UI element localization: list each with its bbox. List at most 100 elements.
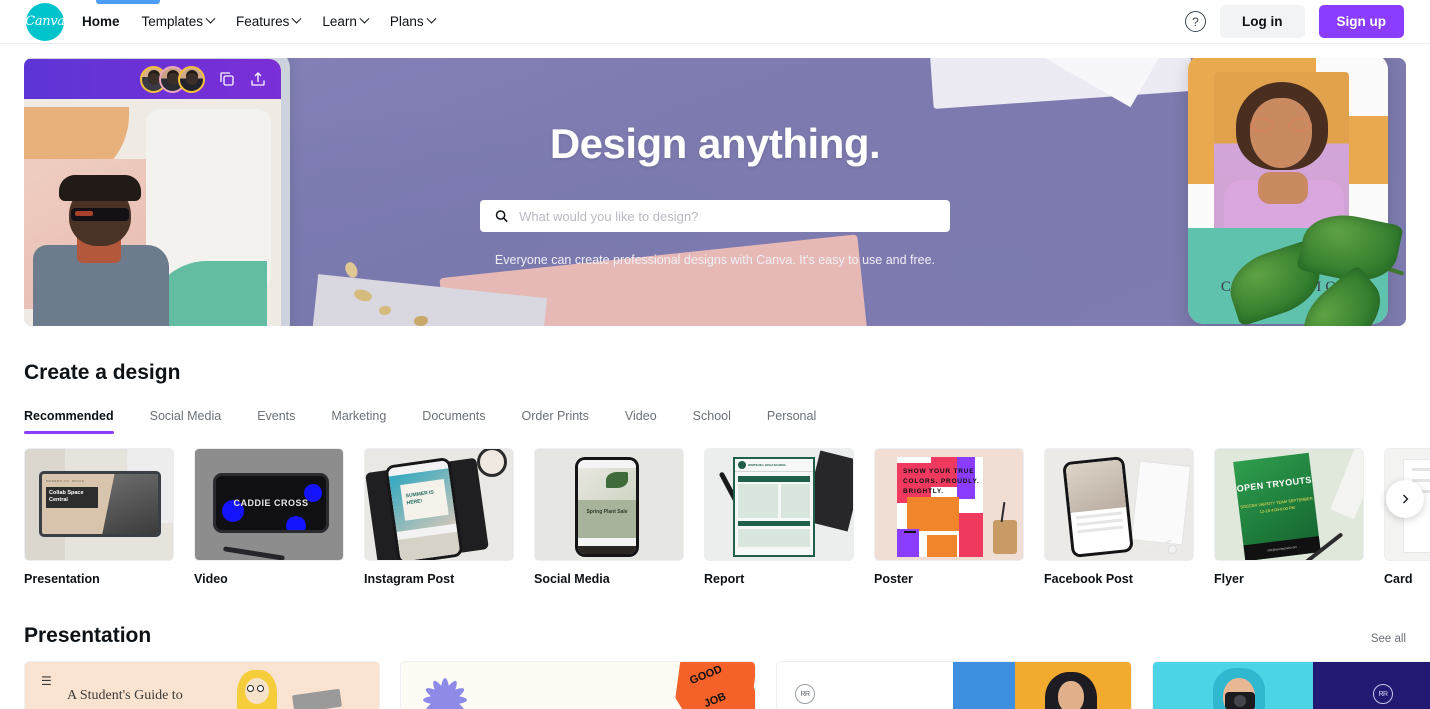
- tab-label: Events: [257, 409, 296, 423]
- presentation-template-monogram-blue-gold[interactable]: RR: [776, 661, 1132, 709]
- design-card-thumbnail: SHOW YOUR TRUE COLORS. PROUDLY. BRIGHTLY…: [874, 448, 1024, 561]
- nav-item-learn-label: Learn: [322, 14, 357, 29]
- design-card-instagram-post[interactable]: SUMMER IS HERE! Instagram Post: [364, 448, 514, 586]
- presentation-section-title: Presentation: [24, 624, 152, 647]
- thumb-art-text: Spring Plant Sale: [586, 509, 628, 515]
- design-card-facebook-post[interactable]: Facebook Post: [1044, 448, 1194, 586]
- presentation-template-students-guide[interactable]: ☰ A Student's Guide to: [24, 661, 380, 709]
- design-card-thumbnail: MODERN CO. SPACE Collab Space Central: [24, 448, 174, 561]
- help-icon[interactable]: ?: [1185, 11, 1206, 32]
- tab-events[interactable]: Events: [239, 409, 313, 434]
- carousel-next-button[interactable]: [1386, 480, 1424, 518]
- design-card-thumbnail: CADDIE CROSS: [194, 448, 344, 561]
- nav-item-features-label: Features: [236, 14, 290, 29]
- top-header: Canva Home Templates Features Learn Plan…: [0, 0, 1430, 44]
- chevron-down-icon: [205, 13, 216, 24]
- hero-banner: VISTA COLLECTION Design anything. Everyo…: [24, 58, 1406, 326]
- person-photo: [1045, 672, 1097, 709]
- tab-label: Documents: [422, 409, 486, 423]
- design-card-thumbnail: SUMMER IS HERE!: [364, 448, 514, 561]
- nav-item-features[interactable]: Features: [236, 13, 302, 29]
- good-job-badge: GOOD JOB: [672, 661, 756, 709]
- design-card-label: Instagram Post: [364, 572, 455, 586]
- presentation-template-monogram-cyan-navy[interactable]: RR: [1152, 661, 1430, 709]
- badge-line-1: GOOD: [688, 663, 724, 688]
- burst-shape: [423, 678, 467, 709]
- chevron-right-icon: [1403, 494, 1409, 504]
- tab-label: School: [692, 409, 731, 423]
- nav-item-plans[interactable]: Plans: [389, 13, 437, 29]
- tab-label: Order Prints: [521, 409, 589, 423]
- hero-subtitle: Everyone can create professional designs…: [494, 253, 936, 267]
- hamburger-icon: ☰: [41, 674, 52, 688]
- nav-item-templates[interactable]: Templates: [141, 13, 216, 29]
- thumb-art-text: WHITEHILL HIGH SCHOOL: [748, 463, 787, 467]
- hero-search-box[interactable]: [480, 200, 950, 232]
- hero-title: Design anything.: [549, 120, 881, 167]
- design-card-thumbnail: WHITEHILL HIGH SCHOOL: [704, 448, 854, 561]
- design-card-poster[interactable]: SHOW YOUR TRUE COLORS. PROUDLY. BRIGHTLY…: [874, 448, 1024, 586]
- hero-search-input[interactable]: [519, 208, 936, 224]
- monogram-badge: RR: [795, 684, 815, 704]
- person-photo: [1209, 668, 1269, 709]
- design-card-label: Video: [194, 572, 228, 586]
- design-card-social-media[interactable]: Spring Plant Sale Social Media: [534, 448, 684, 586]
- tab-school[interactable]: School: [675, 409, 749, 434]
- design-card-flyer[interactable]: OPEN TRYOUTS SOCCER VARSITY TEAM SEPTEMB…: [1214, 448, 1364, 586]
- template-title: A Student's Guide to: [67, 688, 183, 703]
- thumb-art-text: OPEN TRYOUTS: [1236, 474, 1313, 494]
- design-card-label: Card: [1384, 572, 1413, 586]
- design-card-report[interactable]: WHITEHILL HIGH SCHOOL Report: [704, 448, 854, 586]
- design-card-thumbnail: [1044, 448, 1194, 561]
- canva-logo[interactable]: Canva: [25, 2, 65, 41]
- chevron-down-icon: [426, 13, 437, 24]
- design-card-presentation[interactable]: MODERN CO. SPACE Collab Space Central Pr…: [24, 448, 174, 586]
- thumb-art-foot: info@sportsgmail.com: [1267, 544, 1298, 553]
- create-a-design-section: Create a design Recommended Social Media…: [0, 361, 1430, 709]
- tab-label: Recommended: [24, 409, 114, 423]
- thumb-art-sub: SOCCER VARSITY TEAM SEPTEMBER 12-18 4:00…: [1239, 495, 1313, 515]
- design-card-video[interactable]: CADDIE CROSS Video: [194, 448, 344, 586]
- tab-label: Social Media: [149, 409, 222, 423]
- nav-item-plans-label: Plans: [389, 14, 424, 29]
- monogram-badge: RR: [1373, 684, 1393, 704]
- create-section-title: Create a design: [24, 361, 181, 384]
- thumb-art-text: Collab Space Central: [46, 487, 99, 508]
- header-actions: ? Log in Sign up: [1185, 5, 1412, 38]
- thumb-art-text: SHOW YOUR TRUE COLORS. PROUDLY. BRIGHTLY…: [903, 468, 980, 496]
- design-card-thumbnail: OPEN TRYOUTS SOCCER VARSITY TEAM SEPTEMB…: [1214, 448, 1364, 561]
- browser-tab-artifact: [96, 0, 160, 4]
- tab-marketing[interactable]: Marketing: [313, 409, 404, 434]
- design-card-label: Facebook Post: [1044, 572, 1133, 586]
- presentation-template-good-job[interactable]: GOOD JOB: [400, 661, 756, 709]
- main-nav: Home Templates Features Learn Plans: [82, 13, 437, 29]
- design-type-carousel: MODERN CO. SPACE Collab Space Central Pr…: [24, 448, 1430, 586]
- tab-documents[interactable]: Documents: [404, 409, 503, 434]
- login-button[interactable]: Log in: [1220, 5, 1305, 38]
- book-illustration: [291, 688, 343, 709]
- design-card-label: Poster: [874, 572, 913, 586]
- tab-video[interactable]: Video: [607, 409, 675, 434]
- thumb-art-text: CADDIE CROSS: [233, 498, 309, 508]
- chevron-down-icon: [359, 13, 370, 24]
- hero-content: Design anything. Everyone can create pro…: [24, 58, 1406, 326]
- design-card-label: Presentation: [24, 572, 100, 586]
- nav-item-home[interactable]: Home: [82, 14, 120, 29]
- tab-recommended[interactable]: Recommended: [24, 409, 132, 434]
- tab-social-media[interactable]: Social Media: [132, 409, 240, 434]
- tab-order-prints[interactable]: Order Prints: [504, 409, 607, 434]
- presentation-template-row: ☰ A Student's Guide to GOOD JOB RR RR: [24, 661, 1430, 709]
- tab-personal[interactable]: Personal: [749, 409, 834, 434]
- tab-label: Personal: [766, 409, 817, 423]
- badge-line-2: JOB: [702, 690, 728, 709]
- presentation-see-all-link[interactable]: See all: [1371, 633, 1406, 645]
- chevron-down-icon: [291, 13, 302, 24]
- canva-logo-text: Canva: [25, 14, 65, 29]
- presentation-section-header: Presentation See all: [24, 624, 1406, 648]
- design-card-label: Social Media: [534, 572, 610, 586]
- nav-item-learn[interactable]: Learn: [322, 13, 370, 29]
- category-tabs: Recommended Social Media Events Marketin…: [24, 409, 1406, 434]
- signup-button[interactable]: Sign up: [1318, 5, 1404, 38]
- nav-item-templates-label: Templates: [141, 14, 204, 29]
- thumb-kicker: MODERN CO. SPACE: [46, 479, 85, 483]
